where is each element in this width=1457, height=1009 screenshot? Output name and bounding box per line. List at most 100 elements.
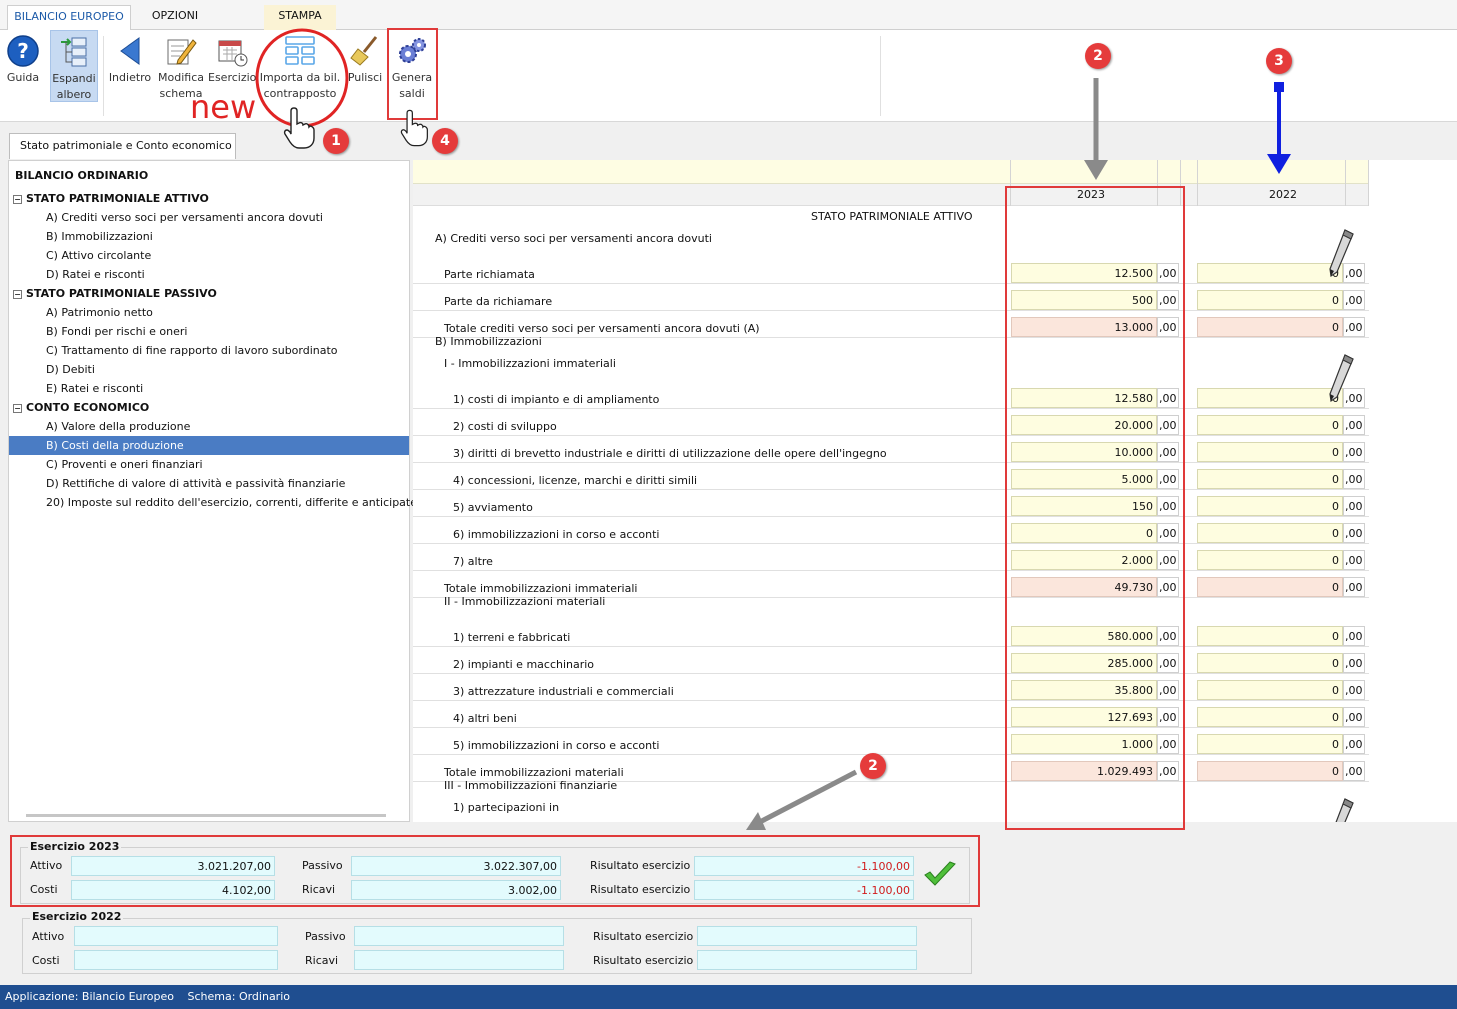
tree-item[interactable]: C) Trattamento di fine rapporto di lavor… [46, 341, 338, 360]
decimal-field[interactable]: ,00 [1343, 680, 1365, 700]
decimal-field[interactable]: ,00 [1343, 496, 1365, 516]
value-2022-field[interactable]: 0 [1197, 626, 1343, 646]
collapse-icon[interactable]: − [13, 194, 22, 204]
tree-item[interactable]: C) Proventi e oneri finanziari [46, 455, 203, 474]
tree-item[interactable]: B) Fondi per rischi e oneri [46, 322, 187, 341]
balance-grid: 2023 2022 STATO PATRIMONIALE ATTIVO A) C… [413, 160, 1457, 822]
tree-group-conto-economico[interactable]: − CONTO ECONOMICO [13, 398, 149, 417]
decimal-field[interactable]: ,00 [1343, 442, 1365, 462]
value-2022-field[interactable]: 0 [1197, 469, 1343, 489]
tree-group-sp-passivo[interactable]: − STATO PATRIMONIALE PASSIVO [13, 284, 217, 303]
value-2022-field[interactable]: 0 [1197, 761, 1343, 781]
clear-button[interactable]: Pulisci [345, 30, 385, 102]
decimal-field[interactable]: ,00 [1343, 734, 1365, 754]
decimal-field[interactable]: ,00 [1343, 469, 1365, 489]
tree-item[interactable]: D) Rettifiche di valore di attività e pa… [46, 474, 345, 493]
summary-2022-ricavi-field[interactable] [354, 950, 564, 970]
tree-item[interactable]: 20) Imposte sul reddito dell'esercizio, … [46, 493, 417, 512]
summary-2022-costi-field[interactable] [74, 950, 278, 970]
row-label: B) Immobilizzazioni [435, 335, 542, 348]
pencil-edit-icon[interactable] [1325, 228, 1355, 278]
status-bar: Applicazione: Bilancio Europeo Schema: O… [0, 985, 1457, 1009]
row-label: 4) concessioni, licenze, marchi e diritt… [453, 474, 698, 487]
tree-horizontal-scrollbar[interactable] [26, 814, 386, 817]
value-2022-field[interactable]: 0 [1197, 734, 1343, 754]
row-label: Totale crediti verso soci per versamenti… [444, 322, 760, 335]
help-button[interactable]: ? Guida [4, 30, 42, 102]
value-2022-field[interactable]: 0 [1197, 680, 1343, 700]
value-2022-field[interactable]: 0 [1197, 577, 1343, 597]
tree-item[interactable]: A) Patrimonio netto [46, 303, 153, 322]
summary-2022-risultato-label: Risultato esercizio [593, 930, 694, 943]
highlight-summary-2023 [10, 835, 980, 907]
summary-2022-risultato-field[interactable] [697, 926, 917, 946]
edit-form-icon [167, 39, 197, 65]
decimal-field[interactable]: ,00 [1343, 550, 1365, 570]
tree-item[interactable]: A) Crediti verso soci per versamenti anc… [46, 208, 323, 227]
pencil-edit-icon[interactable] [1325, 353, 1355, 403]
row-label: 6) immobilizzazioni in corso e acconti [453, 528, 660, 541]
row-label: 5) immobilizzazioni in corso e acconti [453, 739, 660, 752]
value-2022-field[interactable]: 0 [1197, 523, 1343, 543]
decimal-field[interactable]: ,00 [1343, 290, 1365, 310]
decimal-field[interactable]: ,00 [1343, 707, 1365, 727]
decimal-field[interactable]: ,00 [1343, 577, 1365, 597]
row-label: Totale immobilizzazioni immateriali [444, 582, 638, 595]
row-label: I - Immobilizzazioni immateriali [444, 357, 616, 370]
tab-bilancio-europeo[interactable]: BILANCIO EUROPEO [7, 5, 131, 30]
decimal-field[interactable]: ,00 [1343, 761, 1365, 781]
value-2022-field[interactable]: 0 [1197, 442, 1343, 462]
summary-2022-ricavi-label: Ricavi [305, 954, 339, 967]
value-2022-field[interactable]: 0 [1197, 290, 1343, 310]
expand-tree-label-1: Espandi [52, 72, 96, 85]
tab-opzioni[interactable]: OPZIONI [138, 5, 212, 30]
ribbon-tabbar: BILANCIO EUROPEO OPZIONI STAMPA [0, 0, 1457, 30]
tree-item[interactable]: E) Ratei e risconti [46, 379, 143, 398]
row-label: 4) altri beni [453, 712, 517, 725]
hand-cursor-icon [283, 107, 315, 149]
value-2022-field[interactable]: 0 [1197, 707, 1343, 727]
tab-stato-patrimoniale-conto-economico[interactable]: Stato patrimoniale e Conto economico [9, 133, 236, 159]
value-2022-field[interactable]: 0 [1197, 653, 1343, 673]
help-button-label: Guida [6, 71, 40, 84]
edit-schema-label-1: Modifica [158, 71, 204, 84]
row-label: A) Crediti verso soci per versamenti anc… [435, 232, 712, 245]
collapse-icon[interactable]: − [13, 289, 22, 299]
tree-item-selected[interactable]: B) Costi della produzione [9, 436, 409, 455]
collapse-icon[interactable]: − [13, 403, 22, 413]
tree-item[interactable]: B) Immobilizzazioni [46, 227, 153, 246]
value-2022-field[interactable]: 0 [1197, 388, 1343, 408]
value-2022-field[interactable]: 0 [1197, 550, 1343, 570]
value-2022-field[interactable]: 0 [1197, 415, 1343, 435]
summary-2022-attivo-label: Attivo [32, 930, 65, 943]
badge-4: 4 [432, 128, 458, 154]
back-button[interactable]: Indietro [107, 30, 153, 102]
status-application: Applicazione: Bilancio Europeo [5, 990, 175, 1003]
decimal-field[interactable]: ,00 [1343, 415, 1365, 435]
decimal-field[interactable]: ,00 [1343, 523, 1365, 543]
row-label: II - Immobilizzazioni materiali [444, 595, 606, 608]
tab-stampa[interactable]: STAMPA [264, 5, 336, 30]
tree-item[interactable]: D) Debiti [46, 360, 95, 379]
value-2022-field[interactable]: 0 [1197, 317, 1343, 337]
row-label: III - Immobilizzazioni finanziarie [444, 779, 618, 792]
summary-2022-costi-label: Costi [32, 954, 60, 967]
decimal-field[interactable]: ,00 [1343, 653, 1365, 673]
column-year-2022[interactable]: 2022 [1198, 188, 1368, 201]
summary-2022-passivo-field[interactable] [354, 926, 564, 946]
value-2022-field[interactable]: 0 [1197, 496, 1343, 516]
tree-group-sp-attivo[interactable]: − STATO PATRIMONIALE ATTIVO [13, 189, 209, 208]
tree-item[interactable]: A) Valore della produzione [46, 417, 190, 436]
expand-tree-button[interactable]: Espandi albero [50, 30, 98, 102]
tree-item[interactable]: C) Attivo circolante [46, 246, 151, 265]
row-label: Parte richiamata [444, 268, 535, 281]
summary-2022-attivo-field[interactable] [74, 926, 278, 946]
decimal-field[interactable]: ,00 [1343, 626, 1365, 646]
pencil-edit-icon[interactable] [1325, 797, 1355, 822]
tree-item[interactable]: D) Ratei e risconti [46, 265, 145, 284]
row-label: Parte da richiamare [444, 295, 553, 308]
tree-root[interactable]: BILANCIO ORDINARIO [15, 166, 148, 185]
value-2022-field[interactable]: 0 [1197, 263, 1343, 283]
decimal-field[interactable]: ,00 [1343, 317, 1365, 337]
summary-2022-risultato2-field[interactable] [697, 950, 917, 970]
